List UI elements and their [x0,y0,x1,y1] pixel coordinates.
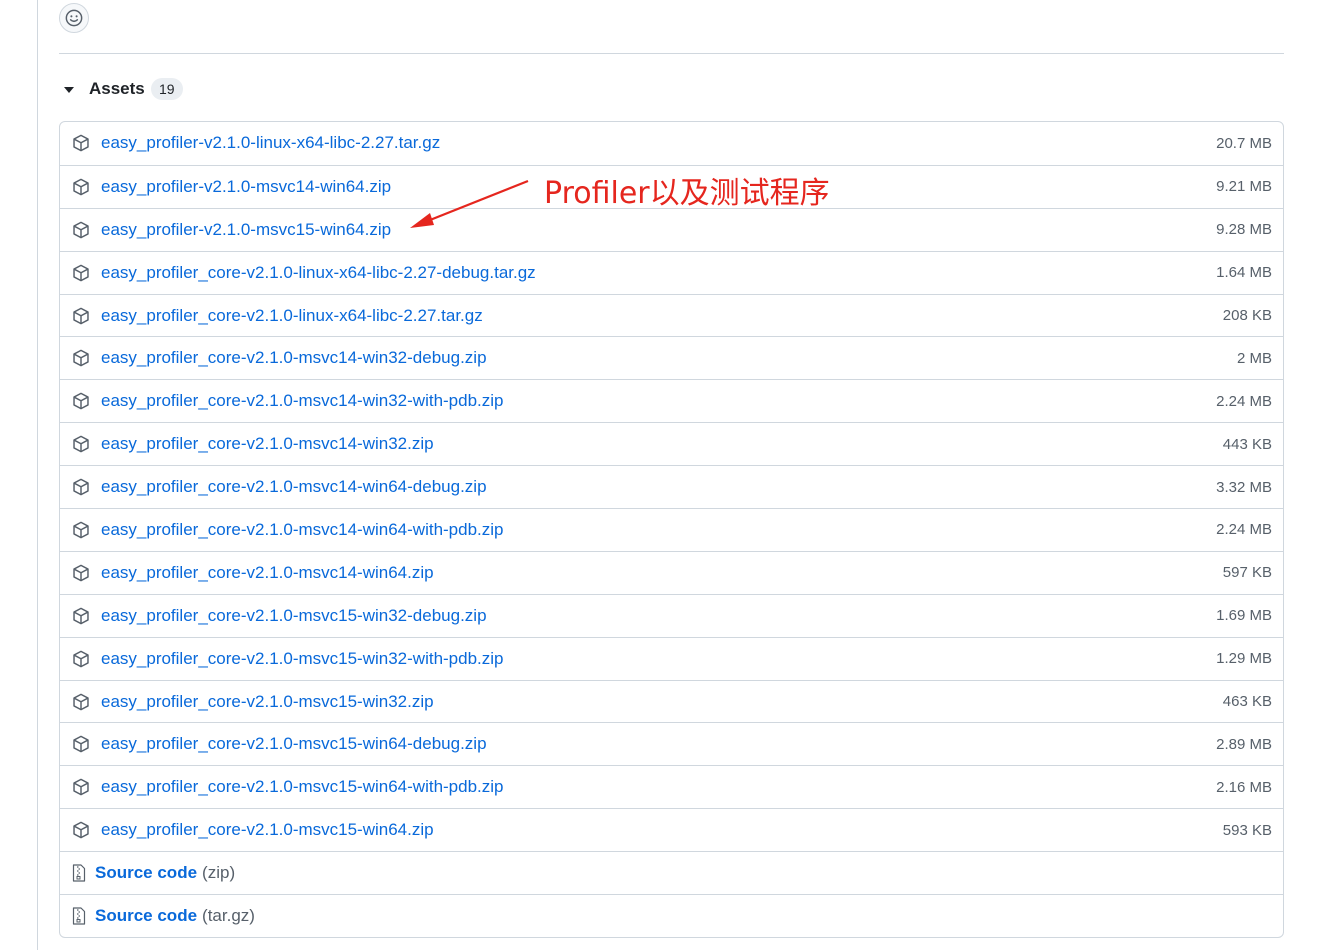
asset-row: easy_profiler_core-v2.1.0-linux-x64-libc… [60,250,1283,294]
annotation-label: Profiler以及测试程序 [544,176,830,211]
package-icon [71,434,91,454]
package-icon [71,177,91,197]
asset-download-link[interactable]: easy_profiler_core-v2.1.0-msvc15-win64-w… [101,777,504,797]
asset-size: 208 KB [1222,307,1272,324]
asset-download-link[interactable]: easy_profiler_core-v2.1.0-msvc14-win32.z… [101,434,434,454]
package-icon [71,734,91,754]
asset-row: easy_profiler-v2.1.0-linux-x64-libc-2.27… [60,122,1283,165]
asset-size: 1.64 MB [1216,264,1272,282]
asset-size: 443 KB [1222,435,1272,453]
package-icon [71,133,91,153]
asset-download-link[interactable]: easy_profiler_core-v2.1.0-msvc15-win32.z… [101,692,434,712]
asset-row: easy_profiler_core-v2.1.0-msvc14-win64.z… [60,550,1283,594]
asset-download-link[interactable]: easy_profiler-v2.1.0-linux-x64-libc-2.27… [101,133,440,153]
asset-download-link[interactable]: easy_profiler_core-v2.1.0-msvc14-win32-d… [101,348,487,368]
asset-size: 9.28 MB [1216,221,1272,239]
asset-download-link[interactable]: easy_profiler_core-v2.1.0-msvc14-win64-d… [101,477,487,497]
asset-row: easy_profiler_core-v2.1.0-msvc14-win32-w… [60,379,1283,422]
asset-download-link[interactable]: easy_profiler-v2.1.0-msvc15-win64.zip [101,220,391,240]
file-zip-icon [71,863,87,883]
asset-size: 593 KB [1222,821,1272,839]
package-icon [71,477,91,497]
asset-download-link[interactable]: easy_profiler_core-v2.1.0-msvc15-win32-d… [101,606,487,626]
assets-toggle[interactable]: Assets 19 [59,76,183,102]
source-code-format: (tar.gz) [202,905,255,925]
asset-download-link[interactable]: easy_profiler_core-v2.1.0-linux-x64-libc… [101,306,483,326]
asset-row: easy_profiler_core-v2.1.0-msvc14-win64-w… [60,508,1283,551]
file-zip-icon [71,906,87,926]
asset-size: 9.21 MB [1216,178,1272,196]
asset-row: easy_profiler_core-v2.1.0-msvc15-win64-w… [60,765,1283,808]
asset-size: 2 MB [1236,349,1272,367]
asset-download-link[interactable]: easy_profiler_core-v2.1.0-msvc15-win64.z… [101,820,434,840]
asset-row: easy_profiler_core-v2.1.0-msvc15-win32-d… [60,593,1283,637]
asset-row: easy_profiler_core-v2.1.0-msvc14-win64-d… [60,465,1283,508]
asset-download-link[interactable]: easy_profiler_core-v2.1.0-msvc15-win64-d… [101,734,487,754]
package-icon [71,220,91,240]
release-assets-page: Assets 19 easy_profiler-v2.1.0-linux-x64… [0,0,1321,950]
package-icon [71,606,91,626]
asset-row: easy_profiler_core-v2.1.0-msvc14-win32-d… [60,336,1283,379]
asset-size: 2.24 MB [1216,392,1272,410]
asset-row: easy_profiler_core-v2.1.0-linux-x64-libc… [60,293,1283,337]
source-code-link[interactable]: Source code (tar.gz) [95,906,255,926]
asset-download-link[interactable]: easy_profiler-v2.1.0-msvc14-win64.zip [101,177,391,197]
package-icon [71,692,91,712]
asset-size: 1.29 MB [1216,650,1272,668]
package-icon [71,520,91,540]
asset-download-link[interactable]: easy_profiler_core-v2.1.0-linux-x64-libc… [101,263,536,283]
source-code-row: Source code (zip) [60,851,1283,894]
source-code-link[interactable]: Source code (zip) [95,863,235,883]
section-divider [59,53,1284,54]
asset-download-link[interactable]: easy_profiler_core-v2.1.0-msvc14-win64-w… [101,520,504,540]
package-icon [71,777,91,797]
asset-row: easy_profiler_core-v2.1.0-msvc15-win64.z… [60,808,1283,851]
package-icon [71,563,91,583]
assets-count-badge: 19 [150,78,183,100]
asset-row: easy_profiler_core-v2.1.0-msvc14-win32.z… [60,422,1283,465]
package-icon [71,263,91,283]
asset-row: easy_profiler_core-v2.1.0-msvc15-win64-d… [60,722,1283,765]
asset-size: 3.32 MB [1216,478,1272,496]
package-icon [71,348,91,368]
package-icon [71,820,91,840]
source-code-label: Source code [95,905,198,925]
asset-download-link[interactable]: easy_profiler_core-v2.1.0-msvc14-win32-w… [101,391,504,411]
asset-size: 597 KB [1222,564,1272,582]
asset-size: 1.69 MB [1216,607,1272,625]
asset-download-link[interactable]: easy_profiler_core-v2.1.0-msvc14-win64.z… [101,563,434,583]
source-code-row: Source code (tar.gz) [60,894,1283,937]
add-reaction-button[interactable] [59,3,89,33]
asset-row: easy_profiler_core-v2.1.0-msvc15-win32.z… [60,679,1283,723]
smiley-icon [65,9,83,27]
package-icon [71,306,91,326]
assets-title: Assets [89,79,145,98]
asset-size: 2.24 MB [1216,521,1272,539]
asset-size: 2.89 MB [1216,735,1272,753]
annotation-arrow [410,179,529,228]
asset-row: easy_profiler_core-v2.1.0-msvc15-win32-w… [60,636,1283,680]
asset-size: 2.16 MB [1216,778,1272,796]
timeline-rule [37,0,38,950]
assets-list: easy_profiler-v2.1.0-linux-x64-libc-2.27… [59,121,1284,938]
package-icon [71,649,91,669]
asset-download-link[interactable]: easy_profiler_core-v2.1.0-msvc15-win32-w… [101,649,504,669]
caret-down-icon [64,87,74,93]
source-code-label: Source code [95,863,198,883]
asset-row: easy_profiler-v2.1.0-msvc15-win64.zip 9.2… [60,207,1283,251]
asset-size: 463 KB [1222,693,1272,711]
asset-size: 20.7 MB [1216,134,1272,152]
source-code-format: (zip) [202,863,236,883]
package-icon [71,391,91,411]
